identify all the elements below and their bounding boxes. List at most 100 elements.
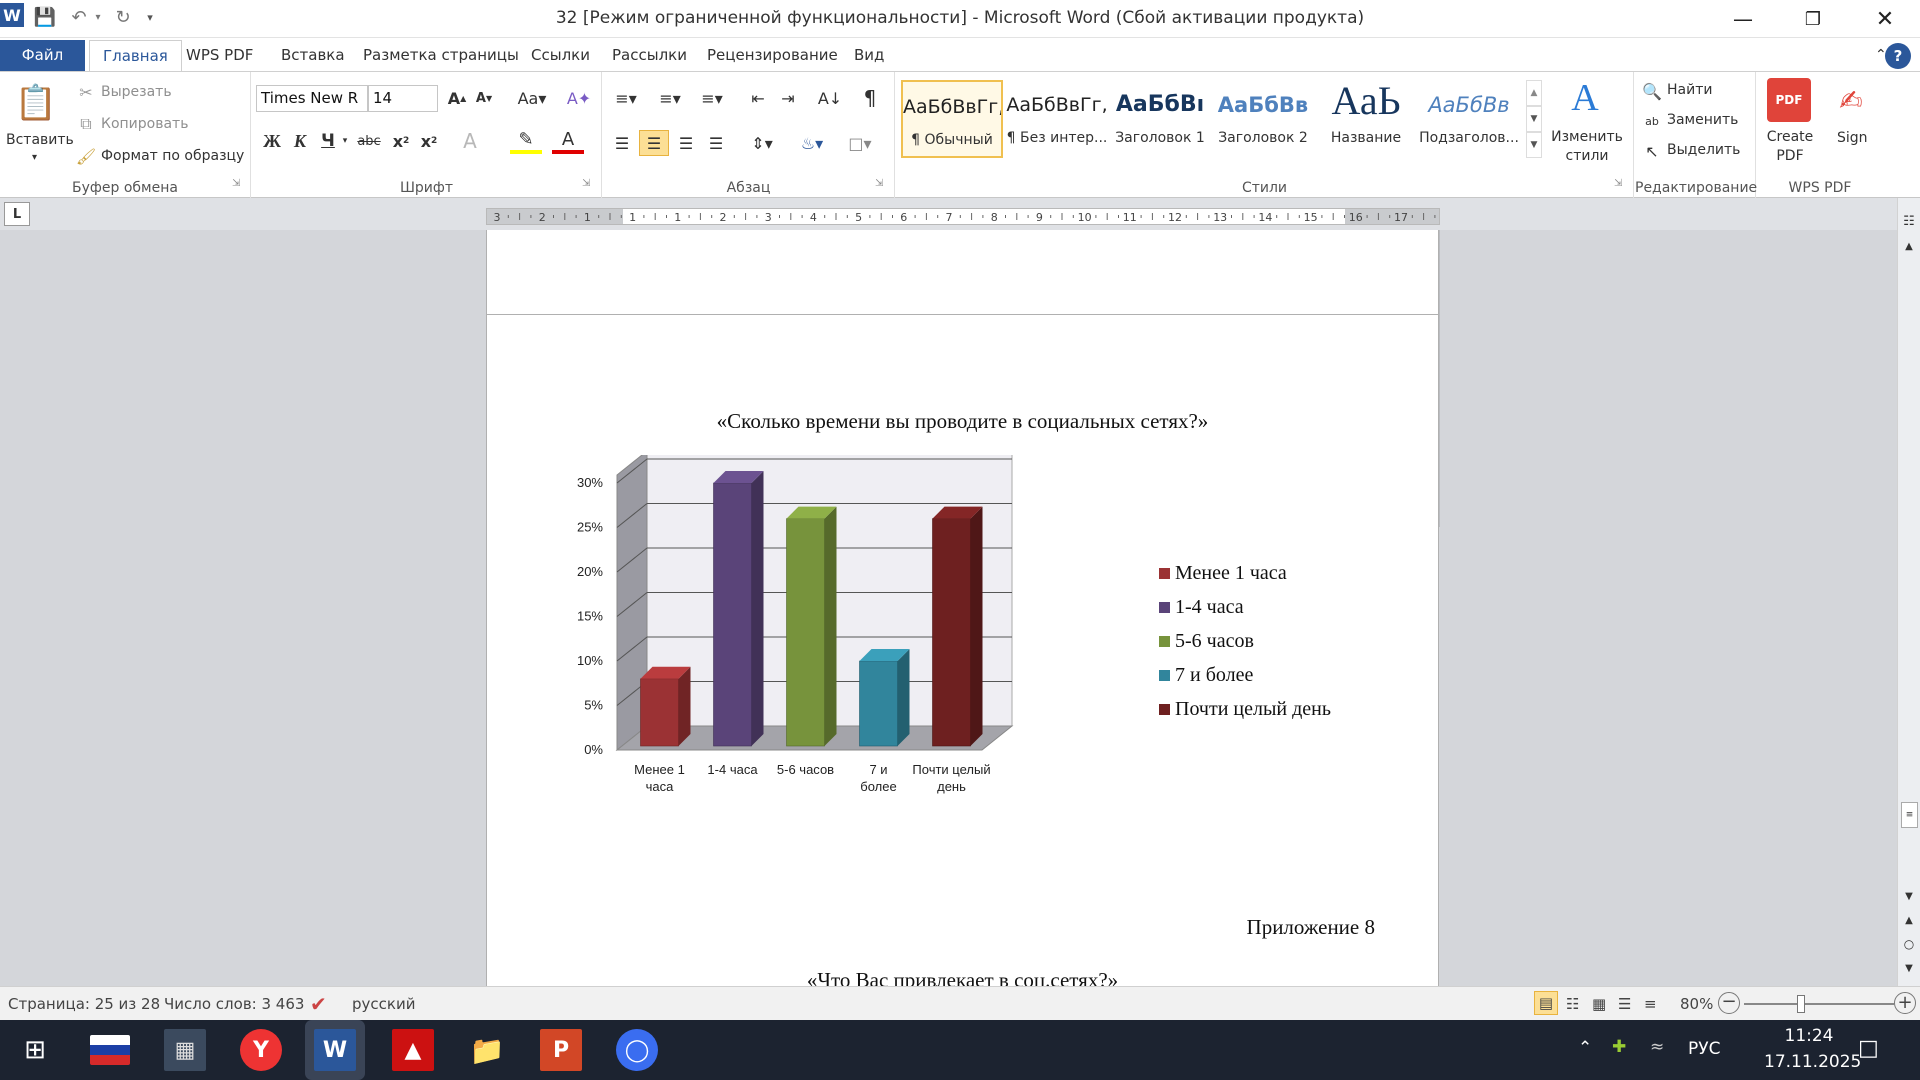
cut-button[interactable]: Вырезать (101, 84, 172, 100)
copy-button[interactable]: Копировать (101, 116, 188, 132)
tab-home[interactable]: Главная (89, 40, 182, 71)
superscript-icon[interactable]: x2 (416, 128, 442, 154)
tray-app-icon[interactable]: ✚ (1612, 1037, 1626, 1057)
tab-insert[interactable]: Вставка (268, 40, 358, 71)
acrobat-icon[interactable]: ▲ (392, 1029, 434, 1071)
tray-overflow-icon[interactable]: ⌃ (1578, 1038, 1592, 1058)
bullets-icon[interactable]: ≡▾ (609, 86, 643, 110)
clear-formatting-icon[interactable]: A✦ (566, 86, 592, 110)
change-case-icon[interactable]: Aa▾ (514, 86, 550, 110)
zoom-slider-thumb[interactable] (1797, 995, 1805, 1013)
network-icon[interactable]: ≈ (1650, 1037, 1664, 1057)
font-launcher-icon[interactable]: ⇲ (582, 178, 590, 189)
borders-icon[interactable]: □▾ (841, 130, 879, 156)
input-language[interactable]: РУС (1688, 1039, 1720, 1059)
align-center-icon[interactable]: ☰ (639, 130, 669, 156)
style-heading-1[interactable]: АаБбВı Заголовок 1 (1109, 80, 1211, 158)
full-screen-reading-icon[interactable]: ☷ (1566, 995, 1579, 1013)
zoom-out-icon[interactable]: − (1718, 992, 1740, 1014)
next-page-icon[interactable]: ▼ (1898, 958, 1920, 978)
underline-icon[interactable]: Ч (316, 128, 340, 154)
proofing-icon[interactable]: ✔ (310, 992, 327, 1016)
messenger-icon[interactable]: ◯ (616, 1029, 658, 1071)
decrease-indent-icon[interactable]: ⇤ (745, 86, 771, 110)
zoom-slider[interactable] (1744, 1003, 1894, 1005)
bold-icon[interactable]: Ж (260, 128, 284, 154)
shading-icon[interactable]: ♨▾ (793, 130, 831, 156)
yandex-browser-icon[interactable]: Y (240, 1029, 282, 1071)
tab-wps-pdf[interactable]: WPS PDF (173, 40, 266, 71)
format-painter-button[interactable]: Формат по образцу (101, 148, 244, 164)
paste-button[interactable]: Вставить (6, 132, 74, 148)
word-count[interactable]: Число слов: 3 463 (164, 995, 304, 1013)
tab-file[interactable]: Файл (0, 40, 85, 71)
highlight-icon[interactable]: ✎ (510, 128, 542, 154)
styles-launcher-icon[interactable]: ⇲ (1614, 178, 1622, 189)
calculator-icon[interactable]: ▦ (164, 1029, 206, 1071)
scroll-thumb[interactable]: ≡ (1901, 802, 1918, 828)
style-subtitle[interactable]: АаБбВв Подзаголов... (1418, 80, 1520, 158)
file-explorer-icon[interactable]: 📁 (466, 1029, 508, 1071)
clock-date[interactable]: 17.11.2025 (1764, 1052, 1861, 1072)
language-flag-icon[interactable] (90, 1035, 130, 1065)
align-left-icon[interactable]: ☰ (609, 130, 635, 156)
vertical-scrollbar[interactable]: ☷ ▲ ≡ ▼ ▲ ○ ▼ (1897, 198, 1920, 986)
subscript-icon[interactable]: x2 (388, 128, 414, 154)
styles-more-icon[interactable]: ▼ (1526, 132, 1542, 158)
clipboard-launcher-icon[interactable]: ⇲ (232, 178, 240, 189)
style-heading-2[interactable]: АаБбВв Заголовок 2 (1212, 80, 1314, 158)
select-button[interactable]: Выделить (1667, 142, 1740, 158)
styles-scroll-up-icon[interactable]: ▲ (1526, 80, 1542, 106)
notifications-icon[interactable]: □ (1858, 1036, 1879, 1061)
align-right-icon[interactable]: ☰ (673, 130, 699, 156)
page-indicator[interactable]: Страница: 25 из 28 (8, 995, 160, 1013)
outline-view-icon[interactable]: ☰ (1618, 995, 1631, 1013)
tab-mailings[interactable]: Рассылки (599, 40, 700, 71)
create-pdf-button[interactable]: Create PDF (1765, 128, 1815, 166)
text-effects-icon[interactable]: A (454, 128, 486, 154)
previous-page-icon[interactable]: ▲ (1898, 910, 1920, 930)
justify-icon[interactable]: ☰ (703, 130, 729, 156)
sign-button[interactable]: Sign (1837, 130, 1868, 146)
grow-font-icon[interactable]: A ▲ (445, 86, 469, 110)
clock-time[interactable]: 11:24 (1764, 1026, 1854, 1046)
styles-scroll-down-icon[interactable]: ▼ (1526, 106, 1542, 132)
tab-page-layout[interactable]: Разметка страницы (350, 40, 532, 71)
close-button[interactable]: ✕ (1850, 0, 1920, 38)
bar-chart[interactable]: 0% 5% 10% 15% 20% 25% 30% Менее 1 часа 1-4 часа 5… (487, 455, 1438, 915)
restore-button[interactable]: ❐ (1778, 0, 1848, 38)
increase-indent-icon[interactable]: ⇥ (775, 86, 801, 110)
style-normal[interactable]: АаБбВвГг, ¶ Обычный (901, 80, 1003, 158)
zoom-level[interactable]: 80% (1680, 995, 1713, 1013)
find-button[interactable]: Найти (1667, 82, 1712, 98)
view-ruler-icon[interactable]: ☷ (1898, 210, 1920, 232)
paste-dropdown-icon[interactable]: ▾ (32, 152, 37, 163)
font-color-icon[interactable]: A (552, 128, 584, 154)
style-title[interactable]: АаЬ Название (1315, 80, 1417, 158)
minimize-button[interactable]: — (1708, 0, 1778, 38)
horizontal-ruler[interactable]: 3 2 1 1 1 2 3 4 5 6 7 8 9 10 11 12 13 14 15 16 17 (486, 208, 1440, 225)
multilevel-list-icon[interactable]: ≡▾ (695, 86, 729, 110)
draft-view-icon[interactable]: ≡ (1644, 995, 1657, 1013)
zoom-in-icon[interactable]: + (1894, 992, 1916, 1014)
italic-icon[interactable]: К (288, 128, 312, 154)
browse-object-icon[interactable]: ○ (1898, 934, 1920, 954)
underline-dropdown-icon[interactable]: ▾ (340, 128, 350, 154)
scroll-up-icon[interactable]: ▲ (1898, 236, 1920, 256)
paragraph-launcher-icon[interactable]: ⇲ (875, 178, 883, 189)
replace-button[interactable]: Заменить (1667, 112, 1738, 128)
style-no-spacing[interactable]: АаБбВвГг, ¶ Без интер... (1006, 80, 1108, 158)
tab-view[interactable]: Вид (841, 40, 897, 71)
word-taskbar-icon[interactable]: W (314, 1029, 356, 1071)
start-icon[interactable]: ⊞ (14, 1029, 56, 1071)
strikethrough-icon[interactable]: abc (354, 128, 384, 154)
font-size-field[interactable]: 14 (368, 85, 438, 112)
line-spacing-icon[interactable]: ⇕▾ (745, 130, 779, 156)
tab-references[interactable]: Ссылки (518, 40, 603, 71)
print-layout-view-icon[interactable]: ▤ (1534, 991, 1558, 1015)
tab-selector-icon[interactable]: L (4, 202, 30, 226)
language-indicator[interactable]: русский (352, 995, 415, 1013)
tab-review[interactable]: Рецензирование (694, 40, 851, 71)
numbering-icon[interactable]: ≡▾ (653, 86, 687, 110)
change-styles-button[interactable]: Изменить стили (1550, 128, 1624, 166)
